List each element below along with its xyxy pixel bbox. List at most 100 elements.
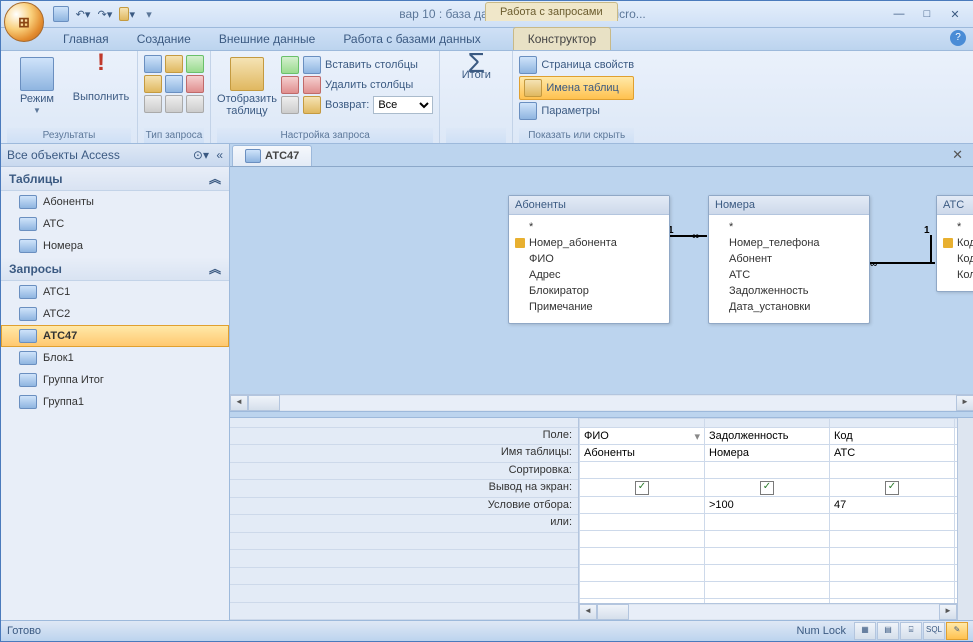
nav-header[interactable]: Все объекты Access ⊙▾ « (1, 144, 229, 167)
run-button[interactable]: !Выполнить (71, 55, 131, 105)
nav-query-item[interactable]: Блок1 (1, 347, 229, 369)
nav-query-item[interactable]: АТС2 (1, 303, 229, 325)
group-results-label: Результаты (7, 128, 131, 143)
view-design[interactable]: ✎ (946, 622, 968, 640)
navigation-pane: Все объекты Access ⊙▾ « Таблицы︽ Абонент… (1, 144, 230, 620)
doc-close-button[interactable]: ✕ (947, 145, 968, 165)
delete-rows-button[interactable] (281, 75, 299, 95)
delete-cols-button[interactable]: Удалить столбцы (303, 75, 433, 95)
update-icon[interactable] (144, 75, 162, 93)
view-pivot[interactable]: ▤ (877, 622, 899, 640)
tab-create[interactable]: Создание (123, 28, 205, 50)
ribbon: Режим▼ !Выполнить Результаты Тип запроса… (1, 51, 973, 144)
rel-many: ∞ (692, 231, 699, 242)
parameters-button[interactable]: Параметры (519, 101, 634, 121)
canvas-hscroll[interactable]: ◄► (230, 394, 973, 411)
undo-icon[interactable]: ↶▾ (75, 6, 91, 22)
union-icon[interactable] (144, 95, 162, 113)
rel-many: ∞ (870, 259, 877, 270)
view-pivotchart[interactable]: ⌸ (900, 622, 922, 640)
datadef-icon[interactable] (186, 95, 204, 113)
return-select[interactable]: Все (373, 96, 433, 114)
show-checkbox[interactable]: ✓ (635, 481, 649, 495)
collapse-icon: ︽ (209, 260, 221, 277)
query-icon (19, 373, 37, 387)
status-ready: Готово (7, 625, 41, 637)
key-icon (515, 238, 525, 248)
ribbon-tabs: Главная Создание Внешние данные Работа с… (1, 28, 973, 51)
query-icon (245, 149, 261, 163)
query-icon (19, 395, 37, 409)
property-sheet-button[interactable]: Страница свойств (519, 55, 634, 75)
nav-table-item[interactable]: Абоненты (1, 191, 229, 213)
delete-icon[interactable] (186, 75, 204, 93)
grid-hscroll[interactable]: ◄► (579, 603, 957, 620)
table-icon (19, 239, 37, 253)
open-icon[interactable]: ▾ (119, 6, 135, 22)
return-row: Возврат:Все (303, 95, 433, 115)
nav-query-item[interactable]: АТС47 (1, 325, 229, 347)
qat-customize-icon[interactable]: ▾ (141, 6, 157, 22)
redo-icon[interactable]: ↷▾ (97, 6, 113, 22)
table-title: Номера (709, 196, 869, 215)
tab-external-data[interactable]: Внешние данные (205, 28, 330, 50)
view-datasheet[interactable]: ▦ (854, 622, 876, 640)
tab-home[interactable]: Главная (49, 28, 123, 50)
nav-section-tables[interactable]: Таблицы︽ (1, 167, 229, 191)
grid-row-labels: Поле: Имя таблицы: Сортировка: Вывод на … (230, 418, 579, 620)
builder-button[interactable] (281, 95, 299, 115)
status-numlock: Num Lock (796, 625, 846, 637)
designer-table[interactable]: АТС*КодКод районаКоличество номеров (936, 195, 973, 292)
table-icon (19, 195, 37, 209)
insert-cols-button[interactable]: Вставить столбцы (303, 55, 433, 75)
group-showhide-label: Показать или скрыть (519, 128, 634, 143)
query-grid[interactable]: ФИО ▾ЗадолженностьКодАбонентыНомераАТС✓✓… (579, 418, 957, 620)
query-icon (19, 285, 37, 299)
nav-query-item[interactable]: АТС1 (1, 281, 229, 303)
show-table-button[interactable]: Отобразить таблицу (217, 55, 277, 119)
query-icon (19, 307, 37, 321)
help-button[interactable]: ? (950, 30, 966, 46)
grid-vscroll[interactable] (957, 418, 973, 620)
designer-table[interactable]: Номера*Номер_телефонаАбонентАТСЗадолженн… (708, 195, 870, 324)
designer-table[interactable]: Абоненты*Номер_абонентаФИОАдресБлокирато… (508, 195, 670, 324)
group-totals-spacer (446, 128, 506, 143)
close-button[interactable]: ✕ (944, 6, 966, 22)
tab-db-tools[interactable]: Работа с базами данных (329, 28, 494, 50)
minimize-button[interactable]: — (888, 6, 910, 22)
status-bar: Готово Num Lock ▦ ▤ ⌸ SQL ✎ (1, 620, 973, 641)
nav-table-item[interactable]: АТС (1, 213, 229, 235)
table-icon (19, 217, 37, 231)
key-icon (943, 238, 953, 248)
crosstab-icon[interactable] (165, 75, 183, 93)
table-title: Абоненты (509, 196, 669, 215)
show-checkbox[interactable]: ✓ (760, 481, 774, 495)
doc-tab-atc47[interactable]: АТС47 (232, 145, 312, 166)
maximize-button[interactable]: □ (916, 6, 938, 22)
append-icon[interactable] (186, 55, 204, 73)
nav-section-queries[interactable]: Запросы︽ (1, 257, 229, 281)
nav-dropdown-icon[interactable]: ⊙▾ (193, 148, 209, 162)
contextual-tab-label: Работа с запросами (485, 2, 618, 21)
view-sql[interactable]: SQL (923, 622, 945, 640)
nav-table-item[interactable]: Номера (1, 235, 229, 257)
save-icon[interactable] (53, 6, 69, 22)
make-table-icon[interactable] (165, 55, 183, 73)
view-button[interactable]: Режим▼ (7, 55, 67, 119)
query-icon (19, 351, 37, 365)
nav-collapse-icon[interactable]: « (216, 148, 223, 162)
nav-query-item[interactable]: Группа1 (1, 391, 229, 413)
tab-design[interactable]: Конструктор (513, 27, 611, 50)
show-checkbox[interactable]: ✓ (885, 481, 899, 495)
office-button[interactable]: ⊞ (4, 2, 44, 42)
query-design-canvas[interactable]: 1 ∞ ∞ 1 Абоненты*Номер_абонентаФИОАдресБ… (230, 167, 973, 394)
totals-button[interactable]: ΣИтоги (446, 55, 506, 83)
table-names-button[interactable]: Имена таблиц (519, 76, 634, 100)
nav-query-item[interactable]: Группа Итог (1, 369, 229, 391)
insert-rows-button[interactable] (281, 55, 299, 75)
passthrough-icon[interactable] (165, 95, 183, 113)
splitter[interactable] (230, 411, 973, 418)
document-tabs: АТС47 ✕ (230, 144, 973, 167)
select-query-icon[interactable] (144, 55, 162, 73)
rel-one: 1 (924, 225, 930, 236)
